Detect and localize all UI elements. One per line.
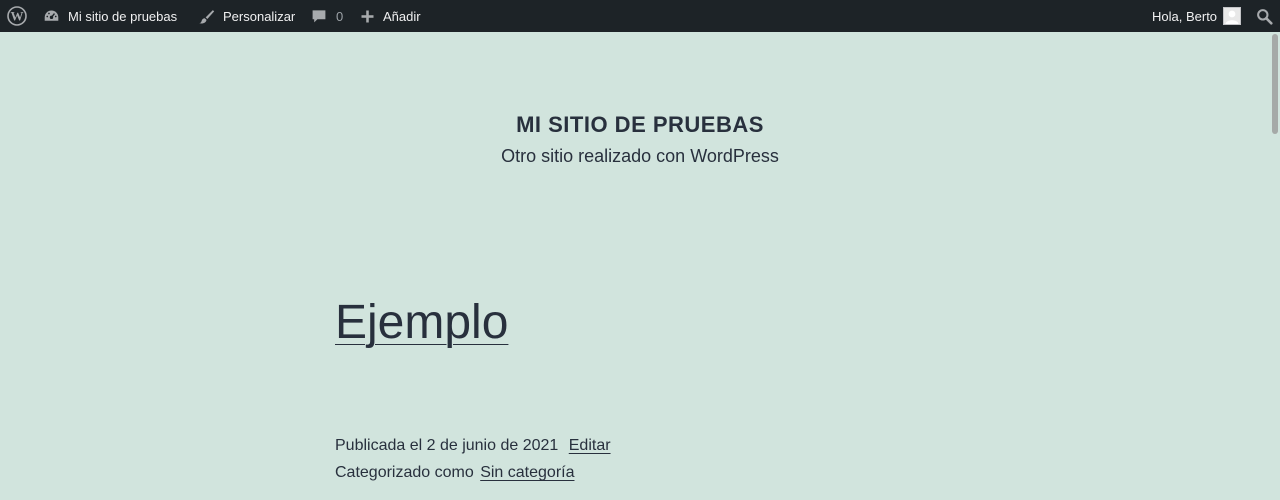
site-title[interactable]: MI SITIO DE PRUEBAS xyxy=(0,110,1280,140)
svg-text:W: W xyxy=(11,9,24,24)
add-new-label: Añadir xyxy=(383,8,421,24)
add-new-menu[interactable]: Añadir xyxy=(360,0,421,32)
category-prefix: Categorizado como xyxy=(335,464,474,481)
site-name-menu[interactable]: Mi sitio de pruebas xyxy=(43,0,177,32)
customize-menu[interactable]: Personalizar xyxy=(198,0,295,32)
site-name-label: Mi sitio de pruebas xyxy=(68,8,178,24)
greeting-label: Hola, Berto xyxy=(1152,8,1218,24)
comments-menu[interactable]: 0 xyxy=(311,0,343,32)
site-header: MI SITIO DE PRUEBAS Otro sitio realizado… xyxy=(0,110,1280,168)
wordpress-logo-icon[interactable]: W xyxy=(7,0,27,32)
edit-post-link[interactable]: Editar xyxy=(569,437,611,454)
post-category-line: Categorizado como Sin categoría xyxy=(335,462,574,484)
comment-bubble-icon xyxy=(311,8,327,24)
account-menu[interactable]: Hola, Berto xyxy=(1152,0,1242,32)
plus-icon xyxy=(360,9,375,24)
customize-label: Personalizar xyxy=(223,8,296,24)
admin-bar: W Mi sitio de pruebas Personalizar 0 Aña… xyxy=(0,0,1280,32)
comments-count: 0 xyxy=(336,8,344,24)
category-link[interactable]: Sin categoría xyxy=(480,464,574,481)
avatar xyxy=(1223,7,1242,25)
dashboard-icon xyxy=(43,8,60,25)
post-date-line: Publicada el 2 de junio de 2021 Editar xyxy=(335,435,611,457)
paintbrush-icon xyxy=(198,8,215,25)
search-icon[interactable] xyxy=(1256,0,1273,32)
post-title-link[interactable]: Ejemplo xyxy=(335,290,508,356)
post-published-date: Publicada el 2 de junio de 2021 xyxy=(335,437,559,454)
site-description: Otro sitio realizado con WordPress xyxy=(501,146,779,166)
